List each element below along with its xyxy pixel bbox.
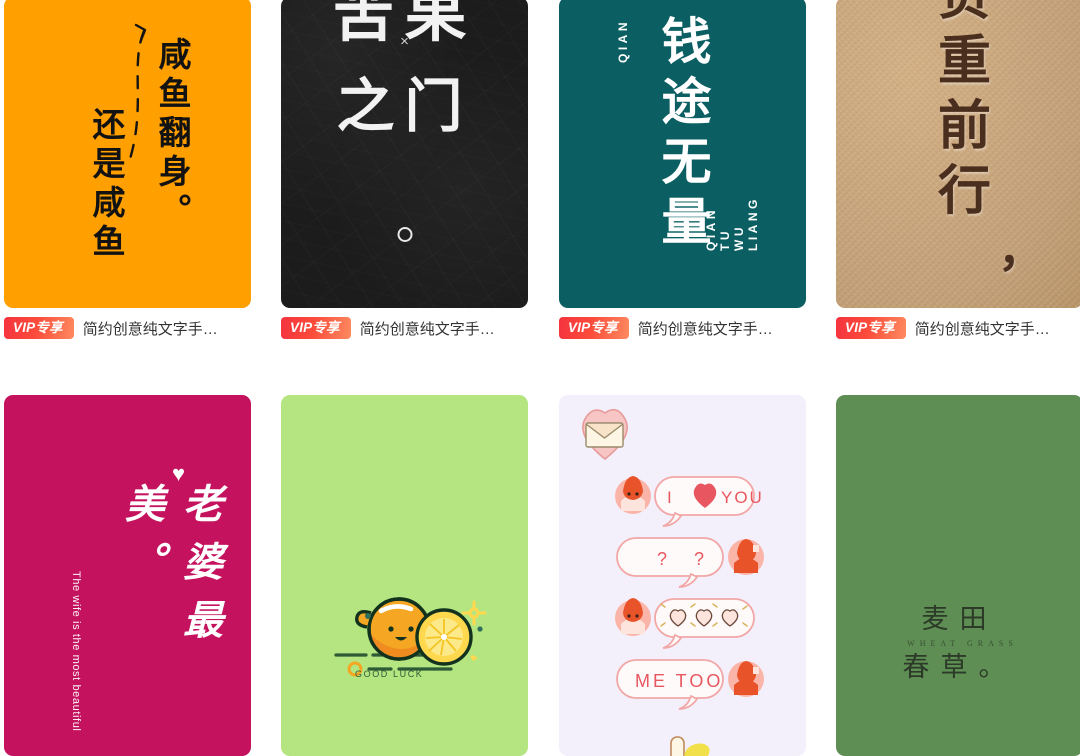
card-title[interactable]: 简约创意纯文字手… bbox=[638, 318, 773, 339]
card-meta: VIP专享 简约创意纯文字手… bbox=[4, 308, 251, 342]
vip-badge[interactable]: VIP专享 bbox=[559, 317, 629, 339]
card-thumbnail[interactable]: QIAN 钱途无量 QIAN TU WU LIANG bbox=[559, 0, 806, 308]
heart-envelope-icon: I YOU ? ? ME TOO bbox=[582, 408, 764, 756]
gallery-card-boundless-fortune[interactable]: QIAN 钱途无量 QIAN TU WU LIANG VIP专享 简约创意纯文字… bbox=[559, 0, 806, 342]
bubble-text: ? ? bbox=[657, 549, 715, 569]
card-meta: VIP专享 简约创意纯文字手… bbox=[559, 308, 806, 342]
card-text-block: 麦田 WHEAT GRASS 春草。 bbox=[836, 601, 1080, 686]
card-text-english: WHEAT GRASS bbox=[907, 639, 1018, 649]
pinyin-syllable: TU bbox=[718, 228, 732, 251]
circle-outline-icon bbox=[397, 227, 412, 242]
heart-icon: ♥ bbox=[172, 461, 186, 486]
pinyin-syllable: WU bbox=[732, 224, 746, 251]
card-title[interactable]: 简约创意纯文字手… bbox=[915, 318, 1050, 339]
bubble-text: YOU bbox=[721, 488, 764, 507]
card-text-english: The wife is the most beautiful bbox=[70, 571, 82, 732]
lemon-caption: GOOD LUCK bbox=[355, 669, 423, 679]
lemon-icon: GOOD LUCK bbox=[334, 597, 487, 679]
card-thumbnail[interactable]: 苦果 × 之门 bbox=[281, 0, 528, 308]
pinyin-syllable: LIANG bbox=[746, 196, 760, 251]
card-text-primary: 老婆最美。 bbox=[119, 483, 222, 657]
card-text-line1: 麦田 bbox=[921, 604, 998, 634]
vip-badge[interactable]: VIP专享 bbox=[281, 317, 351, 339]
card-meta: VIP专享 简约创意纯文字手… bbox=[281, 308, 528, 342]
vip-badge[interactable]: VIP专享 bbox=[836, 317, 906, 339]
gallery-card-salted-fish[interactable]: 咸鱼翻身。 还是咸鱼 VIP专享 简约创意纯文字手… bbox=[4, 0, 251, 342]
card-text-secondary: 还是咸鱼 bbox=[87, 107, 126, 263]
card-thumbnail[interactable]: 咸鱼翻身。 还是咸鱼 bbox=[4, 0, 251, 308]
gallery-card-gate-of-bitter-fruit[interactable]: 苦果 × 之门 VIP专享 简约创意纯文字手… bbox=[281, 0, 528, 342]
card-thumbnail[interactable]: I YOU ? ? ME TOO bbox=[559, 395, 806, 756]
gallery-card-love-stickers[interactable]: I YOU ? ? ME TOO bbox=[559, 395, 806, 756]
template-gallery-grid: 咸鱼翻身。 还是咸鱼 VIP专享 简约创意纯文字手… 苦果 × 之门 VIP专享… bbox=[0, 0, 1080, 756]
gallery-card-lemon-good-luck[interactable]: GOOD LUCK bbox=[281, 395, 528, 756]
pinyin-right: QIAN TU WU LIANG bbox=[704, 11, 760, 251]
x-mark-icon: × bbox=[400, 33, 409, 50]
pinyin-syllable: QIAN bbox=[704, 207, 718, 251]
card-text-mid: 之门 bbox=[336, 74, 473, 139]
card-text-line2: 春草。 bbox=[902, 652, 1017, 683]
gallery-card-wheat-grass[interactable]: 麦田 WHEAT GRASS 春草。 bbox=[836, 395, 1080, 756]
card-title[interactable]: 简约创意纯文字手… bbox=[83, 318, 218, 339]
card-text-primary: 咸鱼翻身。 bbox=[153, 37, 192, 232]
pinyin-left: QIAN bbox=[616, 19, 630, 63]
card-text-primary: 负重前行 bbox=[929, 0, 991, 227]
gallery-card-wife-most-beautiful[interactable]: ♥ 老婆最美。 The wife is the most beautiful bbox=[4, 395, 251, 756]
card-title[interactable]: 简约创意纯文字手… bbox=[360, 318, 495, 339]
bubble-text: ME TOO bbox=[635, 671, 723, 691]
card-meta: VIP专享 简约创意纯文字手… bbox=[836, 308, 1080, 342]
bubble-text: I bbox=[667, 488, 674, 507]
vip-badge[interactable]: VIP专享 bbox=[4, 317, 74, 339]
card-thumbnail[interactable]: GOOD LUCK bbox=[281, 395, 528, 756]
card-thumbnail[interactable]: 麦田 WHEAT GRASS 春草。 bbox=[836, 395, 1080, 756]
gallery-card-carry-on[interactable]: 负重前行 ， VIP专享 简约创意纯文字手… bbox=[836, 0, 1080, 342]
card-thumbnail[interactable]: 负重前行 ， bbox=[836, 0, 1080, 308]
card-thumbnail[interactable]: ♥ 老婆最美。 The wife is the most beautiful bbox=[4, 395, 251, 756]
card-text-comma: ， bbox=[998, 223, 1044, 277]
